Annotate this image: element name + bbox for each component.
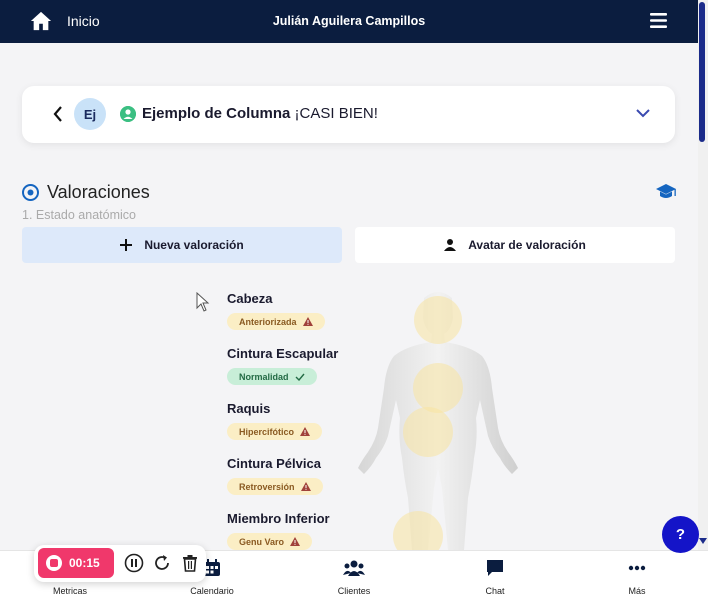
- pause-icon[interactable]: [124, 553, 144, 573]
- new-assessment-button[interactable]: Nueva valoración: [22, 227, 342, 263]
- routine-avatar: Ej: [74, 98, 106, 130]
- nav-chat[interactable]: Chat: [445, 559, 545, 596]
- trash-icon[interactable]: [180, 553, 200, 573]
- check-icon: [295, 373, 305, 381]
- screen-recorder-widget: 00:15: [34, 545, 206, 582]
- region-tag-label: Hipercifótico: [239, 426, 295, 437]
- new-assessment-label: Nueva valoración: [144, 238, 244, 252]
- avatar-assessment-label: Avatar de valoración: [468, 238, 586, 252]
- person-icon: [444, 239, 457, 251]
- region-name: Cintura Pélvica: [227, 456, 321, 471]
- mouse-cursor-icon: [196, 292, 210, 312]
- nav-chat-label: Chat: [485, 586, 505, 596]
- target-icon: [22, 184, 39, 201]
- warning-icon: [300, 427, 311, 436]
- warning-icon: [300, 482, 311, 491]
- routine-title: Ejemplo de Columna ¡CASI BIEN!: [142, 105, 378, 122]
- routine-card[interactable]: Ej Ejemplo de Columna ¡CASI BIEN!: [22, 86, 675, 143]
- top-bar: Inicio Julián Aguilera Campillos: [0, 0, 698, 43]
- scrollbar-thumb[interactable]: [699, 2, 705, 142]
- region-item[interactable]: Raquis Hipercifótico: [227, 401, 323, 440]
- region-tag: Hipercifótico: [227, 423, 323, 440]
- region-name: Cabeza: [227, 291, 273, 306]
- region-name: Miembro Inferior: [227, 511, 330, 526]
- user-name: Julián Aguilera Campillos: [272, 14, 426, 28]
- region-tag-label: Retroversión: [239, 481, 295, 492]
- routine-name: Ejemplo de Columna: [142, 105, 291, 122]
- back-chevron-icon[interactable]: [52, 105, 64, 123]
- nav-more[interactable]: Más: [587, 559, 687, 596]
- nav-more-label: Más: [628, 586, 646, 596]
- routine-status: ¡CASI BIEN!: [294, 105, 378, 122]
- region-tag: Retroversión: [227, 478, 323, 495]
- region-tag-label: Genu Varo: [239, 536, 285, 547]
- more-icon: [628, 565, 646, 571]
- head-marker: [414, 296, 462, 344]
- stop-icon: [46, 555, 62, 571]
- nav-metrics-label: Metricas: [52, 586, 87, 596]
- nav-clients-label: Clientes: [337, 586, 371, 596]
- region-tag: Genu Varo: [227, 533, 313, 550]
- recording-time: 00:15: [69, 556, 100, 570]
- warning-icon: [302, 317, 313, 326]
- nav-calendar-label: Calendario: [190, 586, 234, 596]
- graduation-cap-icon[interactable]: [655, 183, 677, 201]
- region-tag: Anteriorizada: [227, 313, 325, 330]
- menu-icon[interactable]: [650, 13, 667, 28]
- new-assessment-content: Nueva valoración: [22, 227, 342, 263]
- region-tag-label: Normalidad: [239, 371, 289, 382]
- chat-icon: [487, 560, 503, 576]
- stop-recording-button[interactable]: 00:15: [38, 548, 114, 578]
- section-subtitle: 1. Estado anatómico: [22, 208, 136, 222]
- region-tag-label: Anteriorizada: [239, 316, 297, 327]
- shoulder-marker: [413, 363, 463, 413]
- help-button[interactable]: ?: [662, 516, 699, 553]
- restart-icon[interactable]: [152, 553, 172, 573]
- region-item[interactable]: Miembro Inferior Genu Varo: [227, 511, 330, 550]
- region-name: Raquis: [227, 401, 271, 416]
- avatar-assessment-button[interactable]: Avatar de valoración: [355, 227, 675, 263]
- body-avatar-figure: [358, 292, 518, 550]
- spine-marker: [403, 407, 453, 457]
- region-name: Cintura Escapular: [227, 346, 339, 361]
- user-status-icon: [120, 106, 136, 122]
- region-item[interactable]: Cintura Pélvica Retroversión: [227, 456, 323, 495]
- chevron-down-icon[interactable]: [636, 108, 650, 118]
- region-item[interactable]: Cabeza Anteriorizada: [227, 291, 325, 330]
- avatar-assessment-content: Avatar de valoración: [355, 227, 675, 263]
- warning-icon: [290, 537, 301, 546]
- scroll-down-arrow[interactable]: [699, 538, 707, 544]
- leg-marker: [393, 511, 443, 550]
- region-item[interactable]: Cintura Escapular Normalidad: [227, 346, 339, 385]
- plus-icon: [120, 239, 133, 251]
- region-tag: Normalidad: [227, 368, 317, 385]
- section-title: Valoraciones: [47, 182, 150, 202]
- nav-clients[interactable]: Clientes: [304, 559, 404, 596]
- clients-icon: [343, 560, 365, 576]
